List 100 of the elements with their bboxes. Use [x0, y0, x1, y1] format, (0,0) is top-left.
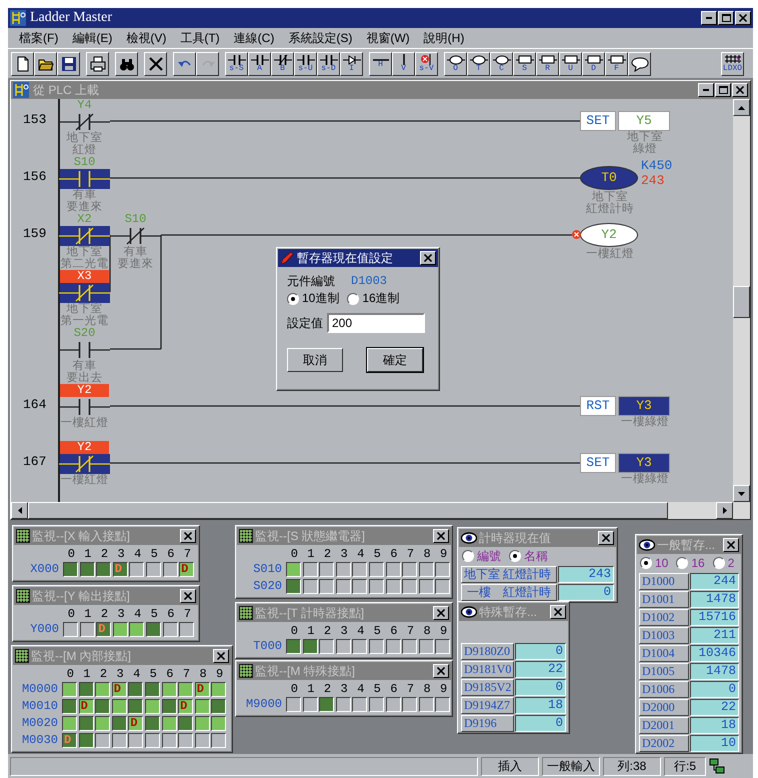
closed-contact-button[interactable]: B	[271, 52, 294, 76]
contact-button[interactable]: A	[248, 52, 271, 76]
device-comment: 有車	[72, 360, 96, 372]
scroll-up-button[interactable]	[733, 99, 750, 116]
close-icon	[437, 609, 445, 617]
wire	[109, 235, 111, 292]
coil-icon	[446, 54, 464, 65]
box-button[interactable]: S	[513, 52, 536, 76]
column-number: 3	[116, 607, 126, 621]
close-button[interactable]	[213, 649, 229, 663]
status-text: 插入	[481, 756, 539, 776]
register-name: D9196	[461, 715, 514, 732]
folder-button[interactable]	[34, 52, 57, 76]
undo-arrow-button[interactable]	[173, 52, 196, 76]
speech-bubble-button[interactable]	[628, 52, 651, 76]
dialog-button[interactable]: 確定	[367, 348, 423, 372]
menu-item[interactable]: 連線(C)	[226, 30, 282, 46]
minimize-button[interactable]	[701, 11, 717, 25]
value-field[interactable]: 200	[327, 312, 425, 333]
column-number: 6	[166, 607, 176, 621]
arrow-icon	[342, 54, 360, 65]
maximize-button[interactable]	[715, 83, 731, 97]
contact-button[interactable]: s-D	[317, 52, 340, 76]
scroll-down-button[interactable]	[733, 485, 750, 502]
dialog-button[interactable]: 取消	[287, 348, 343, 372]
radio-option[interactable]: 2	[712, 556, 734, 571]
close-button[interactable]	[732, 83, 748, 97]
address-label: M9000	[244, 697, 283, 712]
column-number: 1	[83, 607, 92, 621]
column-number: 3	[339, 547, 349, 561]
column-number: 1	[306, 682, 316, 696]
menu-item[interactable]: 工具(T)	[173, 30, 227, 46]
radio-option[interactable]: 16	[676, 556, 705, 571]
column-number: 1	[306, 547, 316, 561]
forced-bit-cell: D	[62, 733, 77, 748]
close-button[interactable]	[180, 529, 196, 543]
coil-button[interactable]: C	[490, 52, 513, 76]
grid-button[interactable]: LDXO	[721, 52, 744, 76]
menu-item[interactable]: 檢視(V)	[119, 30, 174, 46]
radio-option[interactable]: 編號	[462, 549, 501, 564]
device-label: X3	[60, 270, 109, 283]
scroll-left-button[interactable]	[11, 502, 28, 519]
radio-option[interactable]: 16進制	[347, 291, 400, 306]
box-button[interactable]: U	[559, 52, 582, 76]
menu-item[interactable]: 檔案(F)	[12, 30, 66, 46]
close-button[interactable]	[433, 664, 449, 678]
new-file-button[interactable]	[11, 52, 34, 76]
printer-button[interactable]	[86, 52, 109, 76]
register-name: D9194Z7	[461, 697, 514, 714]
close-button[interactable]	[723, 538, 739, 552]
device-comment: 有車	[122, 246, 148, 258]
column-number: 4	[133, 547, 142, 561]
menu-item[interactable]: 說明(H)	[416, 30, 472, 46]
column-number: 3	[339, 624, 349, 638]
horizontal-line-button[interactable]: H	[369, 52, 392, 76]
close-button[interactable]	[180, 589, 196, 603]
cross-button[interactable]	[144, 52, 167, 76]
address-label: M0020	[20, 716, 59, 731]
close-button[interactable]	[550, 605, 566, 619]
close-icon	[184, 532, 192, 540]
box-button[interactable]: R	[536, 52, 559, 76]
radio-option[interactable]: 名稱	[509, 549, 548, 564]
close-button[interactable]	[433, 606, 449, 620]
floppy-disk-button[interactable]	[57, 52, 80, 76]
menu-item[interactable]: 視窗(W)	[359, 30, 417, 46]
delete-line-button[interactable]: s-V	[415, 52, 438, 76]
minimize-button[interactable]	[698, 83, 714, 97]
minimize-icon	[703, 89, 709, 91]
register-value: 211	[690, 627, 739, 644]
column-number: 6	[389, 547, 398, 561]
radio-option[interactable]: 10進制	[287, 291, 340, 306]
vertical-line-button[interactable]: V	[392, 52, 415, 76]
box-button[interactable]: D	[582, 52, 605, 76]
scroll-right-button[interactable]	[716, 502, 733, 519]
column-number: 6	[389, 682, 398, 696]
arrow-button[interactable]: I	[340, 52, 363, 76]
timer-coil: T0	[580, 166, 638, 190]
box-button[interactable]: F	[605, 52, 628, 76]
eye-icon	[639, 538, 655, 552]
vertical-scrollbar[interactable]	[733, 99, 750, 502]
maximize-button[interactable]	[718, 11, 734, 25]
menu-item[interactable]: 系統設定(S)	[281, 30, 360, 46]
forced-bit-cell: D	[179, 562, 194, 577]
coil-button[interactable]: T	[467, 52, 490, 76]
close-button[interactable]	[420, 251, 436, 265]
coil-button[interactable]: O	[444, 52, 467, 76]
contact-button[interactable]: s-S	[225, 52, 248, 76]
column-number: 4	[356, 547, 366, 561]
scrollbar-thumb[interactable]	[733, 286, 750, 318]
contact-button[interactable]: s-U	[294, 52, 317, 76]
close-button[interactable]	[735, 11, 751, 25]
binoculars-button[interactable]	[115, 52, 138, 76]
register-name: D1002	[639, 609, 688, 626]
radio-option[interactable]: 10	[640, 556, 668, 571]
close-button[interactable]	[433, 529, 449, 543]
column-number: 7	[182, 667, 192, 681]
close-button[interactable]	[598, 531, 614, 545]
menu-item[interactable]: 編輯(E)	[65, 30, 120, 46]
column-number: 4	[132, 667, 142, 681]
box-icon	[584, 54, 602, 65]
